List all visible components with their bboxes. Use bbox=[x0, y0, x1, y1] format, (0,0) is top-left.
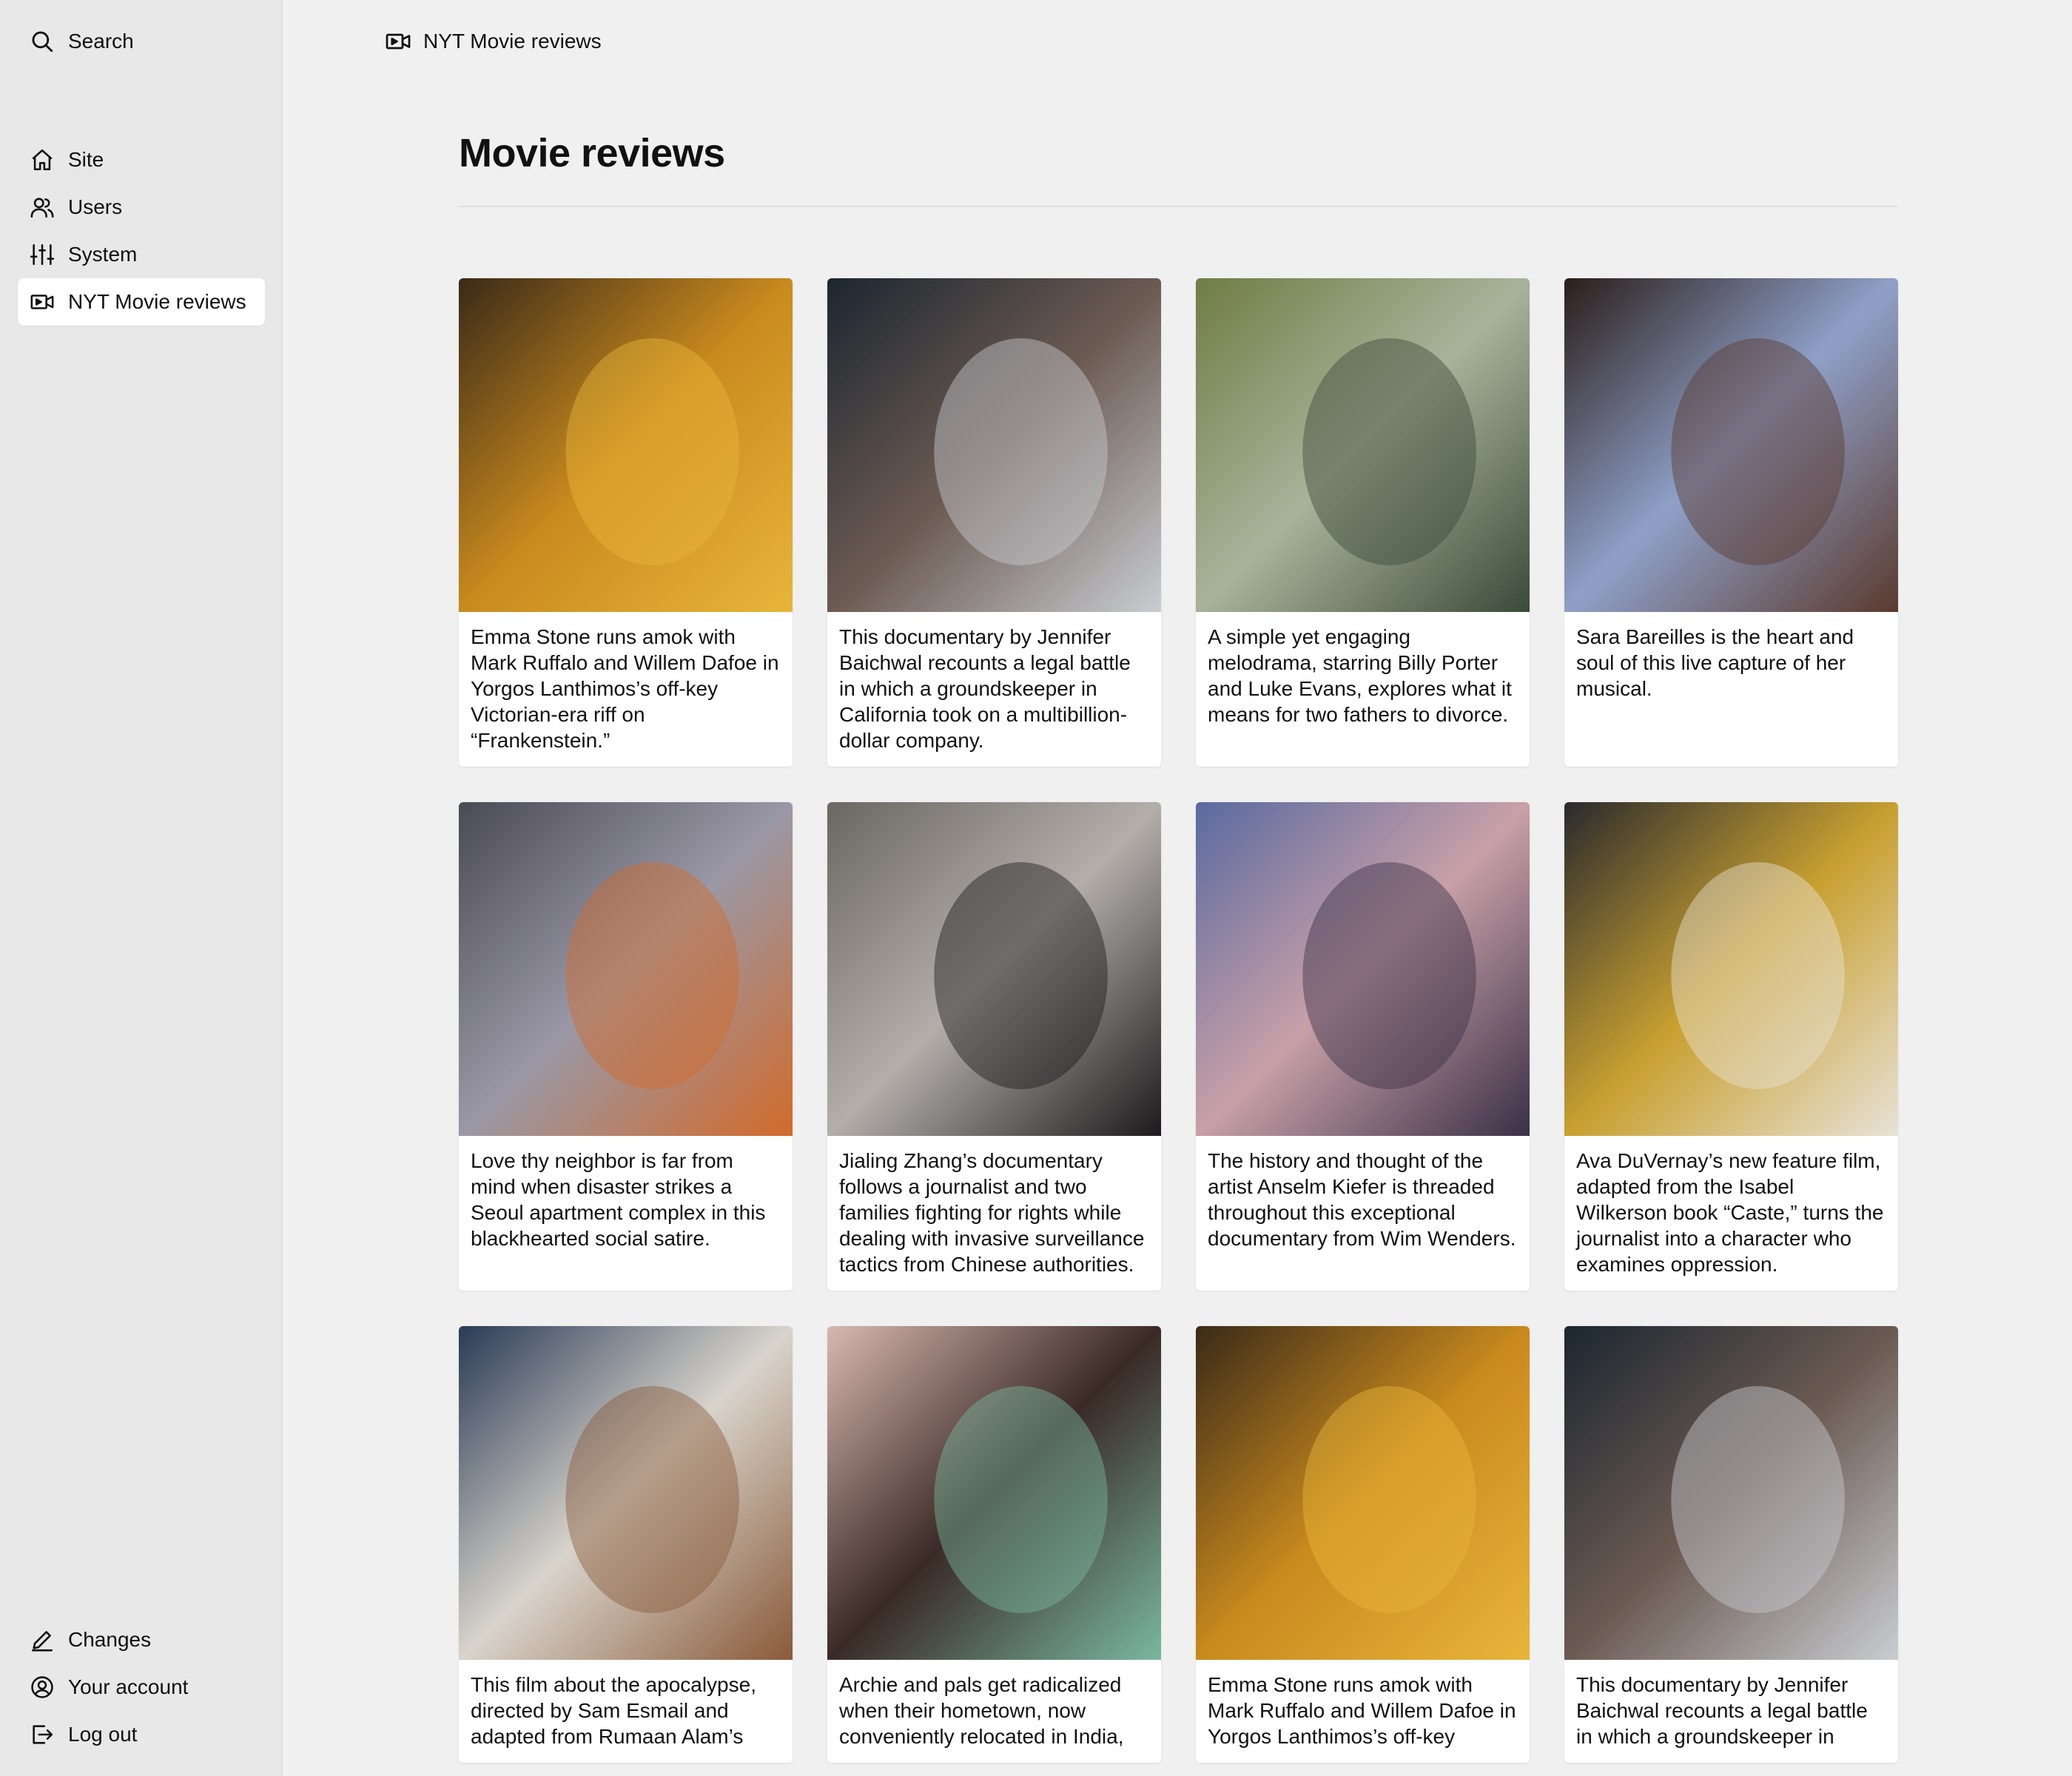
home-icon bbox=[30, 147, 55, 172]
sidebar-item-label: Users bbox=[68, 195, 123, 218]
sidebar-item-label: NYT Movie reviews bbox=[68, 290, 246, 313]
sidebar-item-log-out[interactable]: Log out bbox=[18, 1711, 265, 1758]
sidebar-item-label: Your account bbox=[68, 1675, 189, 1698]
sidebar-item-changes[interactable]: Changes bbox=[18, 1616, 265, 1664]
review-card[interactable]: A simple yet engaging melodrama, starrin… bbox=[1196, 278, 1530, 767]
review-card[interactable]: Emma Stone runs amok with Mark Ruffalo a… bbox=[459, 278, 793, 767]
review-card[interactable]: This documentary by Jennifer Baichwal re… bbox=[827, 278, 1161, 767]
user-circle-icon bbox=[30, 1675, 55, 1700]
cake-couple-still bbox=[827, 1326, 1161, 1660]
review-card[interactable]: Emma Stone runs amok with Mark Ruffalo a… bbox=[1196, 1326, 1530, 1763]
groundskeeper-closeup-still bbox=[1564, 1326, 1898, 1660]
breadcrumb-label: NYT Movie reviews bbox=[423, 30, 602, 53]
users-icon bbox=[30, 195, 55, 220]
review-card-caption: This film about the apocalypse, directed… bbox=[471, 1673, 756, 1748]
sidebar-item-label: Site bbox=[68, 148, 104, 171]
review-card-caption: This documentary by Jennifer Baichwal re… bbox=[1576, 1673, 1868, 1748]
page-title: Movie reviews bbox=[459, 131, 725, 175]
review-card-caption: Love thy neighbor is far from mind when … bbox=[471, 1149, 766, 1250]
logout-icon bbox=[30, 1722, 55, 1747]
search-button[interactable]: Search bbox=[18, 18, 265, 65]
kiefer-dusk-still bbox=[1196, 802, 1530, 1136]
waitress-still bbox=[1564, 278, 1898, 612]
review-card[interactable]: This documentary by Jennifer Baichwal re… bbox=[1564, 1326, 1898, 1763]
review-card-grid: Emma Stone runs amok with Mark Ruffalo a… bbox=[459, 278, 1898, 1763]
crowd-street-still bbox=[1564, 802, 1898, 1136]
poor-things-still bbox=[1196, 1326, 1530, 1660]
review-card[interactable]: This film about the apocalypse, directed… bbox=[459, 1326, 793, 1763]
video-icon bbox=[30, 289, 55, 314]
disaster-woman-still bbox=[459, 802, 793, 1136]
poor-things-still bbox=[459, 278, 793, 612]
review-card-caption: Archie and pals get radicalized when the… bbox=[839, 1673, 1124, 1748]
sidebar-item-users[interactable]: Users bbox=[18, 184, 265, 231]
park-walk-still bbox=[1196, 278, 1530, 612]
sidebar-item-your-account[interactable]: Your account bbox=[18, 1664, 265, 1711]
review-card-caption: Sara Bareilles is the heart and soul of … bbox=[1576, 625, 1854, 700]
sidebar-item-label: System bbox=[68, 243, 138, 266]
pencil-icon bbox=[30, 1627, 55, 1652]
sidebar-item-site[interactable]: Site bbox=[18, 136, 265, 184]
breadcrumb[interactable]: NYT Movie reviews bbox=[385, 18, 602, 65]
sliders-icon bbox=[30, 242, 55, 267]
sidebar-item-system[interactable]: System bbox=[18, 231, 265, 278]
review-card[interactable]: Archie and pals get radicalized when the… bbox=[827, 1326, 1161, 1763]
search-label: Search bbox=[68, 30, 134, 53]
review-card-caption: Ava DuVernay’s new feature film, adapted… bbox=[1576, 1149, 1884, 1276]
interview-woman-still bbox=[827, 802, 1161, 1136]
review-card-caption: A simple yet engaging melodrama, starrin… bbox=[1208, 625, 1512, 726]
search-icon bbox=[30, 29, 55, 54]
review-card[interactable]: Ava DuVernay’s new feature film, adapted… bbox=[1564, 802, 1898, 1291]
groundskeeper-closeup-still bbox=[827, 278, 1161, 612]
sidebar: Search Site Users System NYT Movie revie… bbox=[0, 0, 283, 1776]
review-card-caption: The history and thought of the artist An… bbox=[1208, 1149, 1516, 1250]
sidebar-item-label: Log out bbox=[68, 1723, 138, 1746]
review-card-caption: Emma Stone runs amok with Mark Ruffalo a… bbox=[471, 625, 779, 752]
review-card[interactable]: Sara Bareilles is the heart and soul of … bbox=[1564, 278, 1898, 767]
review-card[interactable]: Love thy neighbor is far from mind when … bbox=[459, 802, 793, 1291]
title-divider bbox=[459, 206, 1897, 207]
review-card[interactable]: The history and thought of the artist An… bbox=[1196, 802, 1530, 1291]
sidebar-item-label: Changes bbox=[68, 1628, 152, 1651]
review-card-caption: This documentary by Jennifer Baichwal re… bbox=[839, 625, 1131, 752]
review-card[interactable]: Jialing Zhang’s documentary follows a jo… bbox=[827, 802, 1161, 1291]
sidebar-item-nyt-movie-reviews[interactable]: NYT Movie reviews bbox=[18, 278, 265, 326]
family-group-still bbox=[459, 1326, 793, 1660]
video-icon bbox=[385, 28, 411, 55]
review-card-caption: Jialing Zhang’s documentary follows a jo… bbox=[839, 1149, 1145, 1276]
review-card-caption: Emma Stone runs amok with Mark Ruffalo a… bbox=[1208, 1673, 1516, 1748]
